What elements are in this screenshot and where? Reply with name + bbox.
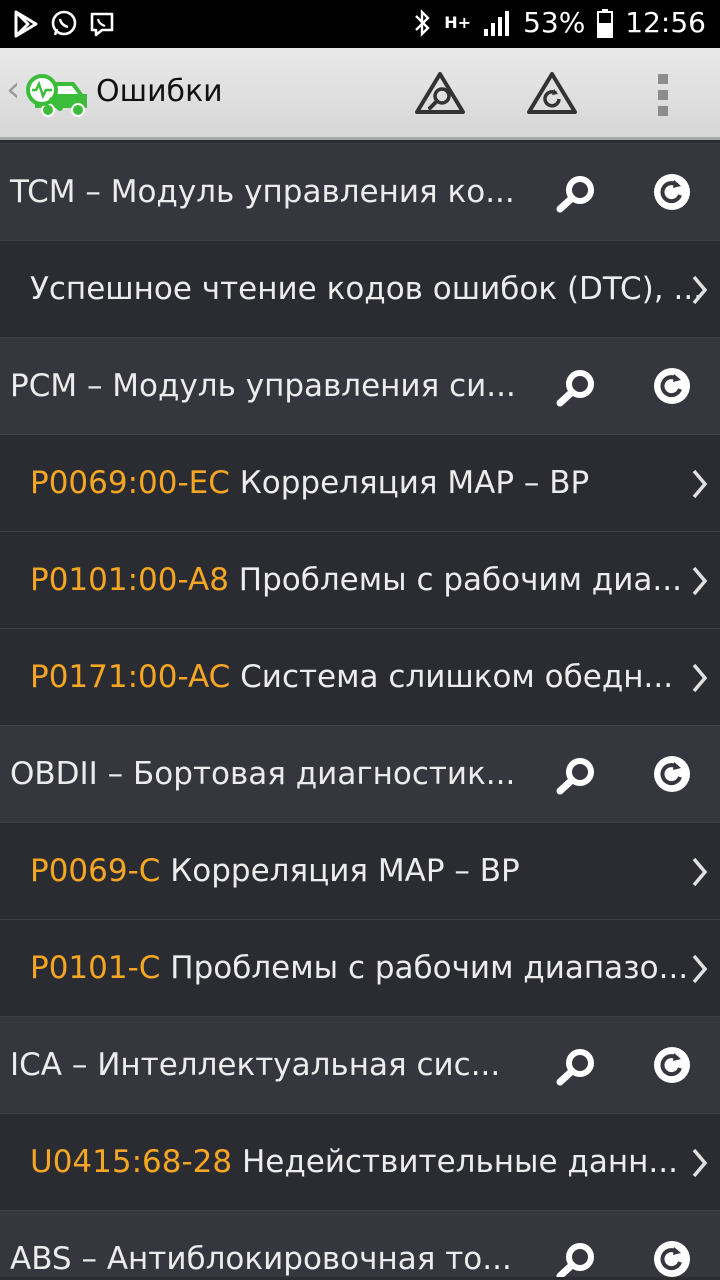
- dtc-description: Система слишком обедн...: [230, 659, 674, 695]
- viber-icon: [90, 12, 114, 37]
- module-row-abs[interactable]: ABS – Антиблокировочная то...: [0, 1210, 720, 1277]
- dtc-code: P0069:00-EC: [30, 465, 230, 501]
- module-row-tcm[interactable]: TCM – Модуль управления ко...: [0, 143, 720, 240]
- refresh-icon[interactable]: [652, 1239, 692, 1277]
- overflow-menu-icon[interactable]: [656, 74, 670, 116]
- search-icon[interactable]: [552, 1045, 600, 1087]
- dtc-code: U0415:68-28: [30, 1144, 233, 1180]
- toolbar: ‹ Ошибки: [0, 48, 720, 140]
- search-icon[interactable]: [552, 754, 600, 796]
- module-title: PCM – Модуль управления си...: [10, 368, 516, 404]
- search-icon[interactable]: [552, 366, 600, 408]
- search-icon[interactable]: [552, 1239, 600, 1277]
- search-icon[interactable]: [552, 172, 600, 214]
- list-item[interactable]: P0069:00-EC Корреляция MAP – BP: [0, 434, 720, 531]
- dtc-code: P0101:00-A8: [30, 562, 229, 598]
- app-logo-icon[interactable]: [22, 66, 92, 120]
- chevron-right-icon: [692, 663, 708, 693]
- module-title: ABS – Антиблокировочная то...: [10, 1241, 512, 1277]
- refresh-icon[interactable]: [652, 172, 692, 212]
- battery-percent: 53%: [523, 6, 586, 39]
- list-item[interactable]: P0171:00-AC Система слишком обедн...: [0, 628, 720, 725]
- error-list: TCM – Модуль управления ко... Успешное ч…: [0, 143, 720, 1277]
- bluetooth-icon: [415, 8, 430, 37]
- dtc-code: P0069-C: [30, 853, 161, 889]
- dtc-code: P0171:00-AC: [30, 659, 231, 695]
- dtc-description: Недействительные данн...: [232, 1144, 678, 1180]
- refresh-icon[interactable]: [652, 366, 692, 406]
- module-row-pcm[interactable]: PCM – Модуль управления си...: [0, 337, 720, 434]
- list-item[interactable]: P0069-C Корреляция MAP – BP: [0, 822, 720, 919]
- module-title: OBDII – Бортовая диагностик...: [10, 756, 516, 792]
- chevron-right-icon: [692, 954, 708, 984]
- dtc-description: Проблемы с рабочим диа...: [228, 562, 682, 598]
- back-chevron-icon[interactable]: ‹: [6, 72, 20, 108]
- module-title: TCM – Модуль управления ко...: [10, 174, 515, 210]
- scan-errors-icon: [415, 72, 465, 114]
- status-bar: H+ 53% 12:56: [0, 0, 720, 48]
- scan-errors-button[interactable]: [414, 70, 466, 116]
- list-item[interactable]: U0415:68-28 Недействительные данн...: [0, 1113, 720, 1210]
- module-row-ica[interactable]: ICA – Интеллектуальная сис...: [0, 1016, 720, 1113]
- network-type: H+: [444, 13, 472, 32]
- module-row-obdii[interactable]: OBDII – Бортовая диагностик...: [0, 725, 720, 822]
- list-item[interactable]: P0101-C Проблемы с рабочим диапазо...: [0, 919, 720, 1016]
- dtc-description: Проблемы с рабочим диапазо...: [160, 950, 689, 986]
- dtc-description: Корреляция MAP – BP: [160, 853, 520, 889]
- refresh-icon[interactable]: [652, 1045, 692, 1085]
- play-store-icon: [14, 10, 38, 38]
- list-item[interactable]: Успешное чтение кодов ошибок (DTC), ...: [0, 240, 720, 337]
- signal-icon: [484, 10, 510, 36]
- clear-errors-button[interactable]: [526, 70, 578, 116]
- clear-errors-icon: [527, 72, 577, 114]
- chevron-right-icon: [692, 566, 708, 596]
- dtc-description: Корреляция MAP – BP: [229, 465, 590, 501]
- chevron-right-icon: [692, 469, 708, 499]
- chevron-right-icon: [692, 857, 708, 887]
- refresh-icon[interactable]: [652, 754, 692, 794]
- page-title: Ошибки: [96, 74, 223, 109]
- module-title: ICA – Интеллектуальная сис...: [10, 1047, 501, 1083]
- list-item[interactable]: P0101:00-A8 Проблемы с рабочим диа...: [0, 531, 720, 628]
- battery-icon: [597, 8, 614, 38]
- chevron-right-icon: [692, 1148, 708, 1178]
- dtc-description: Успешное чтение кодов ошибок (DTC), ...: [30, 271, 704, 307]
- chevron-right-icon: [692, 275, 708, 305]
- dtc-code: P0101-C: [30, 950, 161, 986]
- whatsapp-icon: [51, 10, 77, 36]
- clock: 12:56: [625, 6, 706, 39]
